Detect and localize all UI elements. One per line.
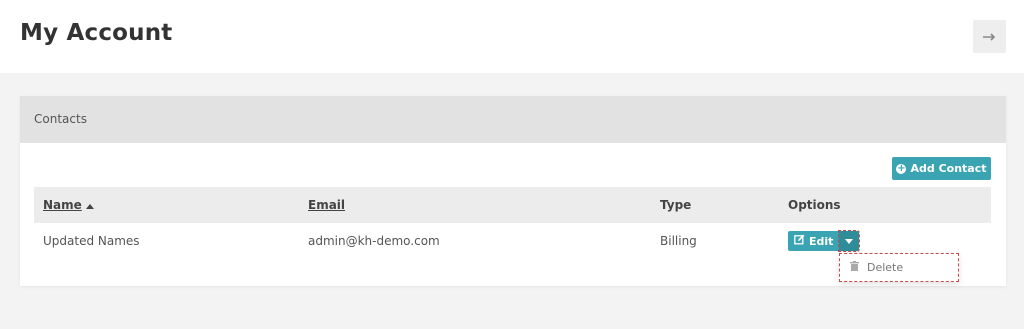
plus-circle-icon: + (896, 162, 907, 174)
add-contact-button[interactable]: + Add Contact (892, 157, 991, 180)
edit-label: Edit (809, 234, 834, 248)
column-header-name-label: Name (43, 198, 82, 212)
logout-button[interactable] (973, 20, 1006, 53)
column-header-type: Type (660, 198, 692, 212)
dropdown-item-delete[interactable]: Delete (839, 253, 959, 282)
table-header-row: Name Email Type Options (34, 187, 991, 223)
contacts-table: Name Email Type Options Updated Names ad… (34, 187, 991, 259)
column-header-options: Options (788, 198, 841, 212)
arrow-right-icon (982, 27, 997, 46)
contact-email: admin@kh-demo.com (308, 234, 440, 248)
page-title: My Account (20, 20, 173, 46)
panel-heading: Contacts (20, 96, 1006, 143)
delete-label: Delete (867, 261, 904, 274)
page-header: My Account (0, 0, 1024, 73)
caret-down-icon (845, 238, 854, 244)
add-contact-label: Add Contact (910, 162, 987, 175)
column-header-email[interactable]: Email (299, 187, 651, 223)
column-header-email-label: Email (308, 198, 346, 212)
edit-button[interactable]: Edit (788, 231, 840, 251)
edit-icon (794, 234, 805, 248)
column-header-name[interactable]: Name (34, 187, 299, 223)
sort-asc-icon (85, 198, 94, 212)
options-button-group: Edit (788, 230, 861, 252)
trash-icon (850, 261, 859, 274)
contact-type: Billing (660, 234, 697, 248)
contact-name: Updated Names (43, 234, 140, 248)
options-dropdown-toggle[interactable] (838, 230, 861, 252)
